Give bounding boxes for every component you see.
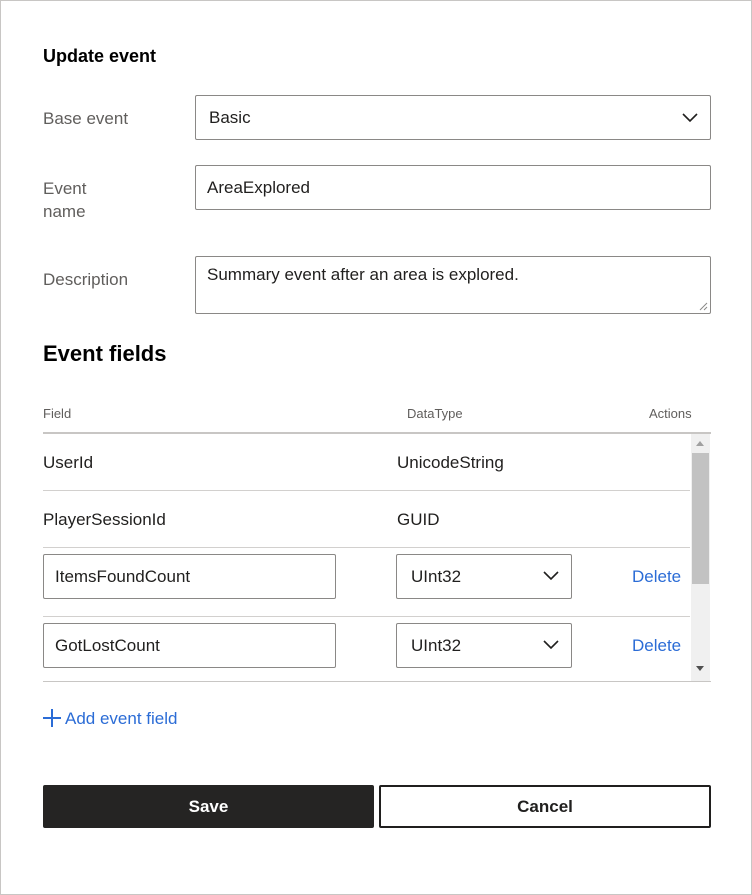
scroll-down-icon[interactable]	[696, 666, 704, 671]
event-name-value: AreaExplored	[207, 178, 311, 197]
chevron-down-icon	[543, 640, 559, 650]
field-name-input[interactable]: ItemsFoundCount	[43, 554, 336, 599]
table-row: ItemsFoundCount UInt32 Delete	[43, 548, 690, 617]
field-name-value: ItemsFoundCount	[55, 567, 191, 586]
field-name-input[interactable]: GotLostCount	[43, 623, 336, 668]
delete-field-button[interactable]: Delete	[632, 567, 681, 587]
add-event-field-button[interactable]: Add event field	[43, 709, 177, 729]
scroll-up-icon[interactable]	[696, 441, 704, 446]
delete-field-button[interactable]: Delete	[632, 636, 681, 656]
table-row: UserId UnicodeString	[43, 434, 690, 491]
description-value: Summary event after an area is explored.	[207, 265, 519, 284]
update-event-panel: Update event Base event Basic Event name…	[0, 0, 752, 895]
field-datatype-text: GUID	[397, 510, 440, 529]
event-fields-list[interactable]: UserId UnicodeString PlayerSessionId GUI…	[43, 434, 711, 681]
fields-scrollbar[interactable]	[691, 434, 710, 681]
plus-icon	[43, 709, 61, 727]
save-button[interactable]: Save	[43, 785, 374, 828]
field-datatype-text: UnicodeString	[397, 453, 504, 472]
chevron-down-icon	[682, 113, 698, 123]
description-label: Description	[43, 270, 129, 289]
base-event-value: Basic	[209, 108, 251, 127]
resize-grip-icon[interactable]	[698, 301, 708, 311]
event-fields-title: Event fields	[43, 341, 167, 366]
column-header-field: Field	[43, 406, 72, 421]
add-event-field-label: Add event field	[65, 709, 178, 728]
table-row: GotLostCount UInt32 Delete	[43, 617, 690, 681]
field-name-text: UserId	[43, 453, 94, 472]
field-name-text: PlayerSessionId	[43, 510, 166, 529]
base-event-select[interactable]: Basic	[195, 95, 711, 140]
chevron-down-icon	[543, 571, 559, 581]
dialog-title: Update event	[43, 46, 157, 66]
datatype-value: UInt32	[411, 636, 462, 655]
column-header-actions: Actions	[649, 406, 692, 421]
datatype-select[interactable]: UInt32	[396, 554, 572, 599]
event-name-input[interactable]: AreaExplored	[195, 165, 711, 210]
event-name-label: Event name	[43, 179, 87, 221]
base-event-label: Base event	[43, 109, 129, 128]
column-header-datatype: DataType	[407, 406, 463, 421]
datatype-select[interactable]: UInt32	[396, 623, 572, 668]
scrollbar-thumb[interactable]	[692, 453, 709, 584]
field-name-value: GotLostCount	[55, 636, 160, 655]
datatype-value: UInt32	[411, 567, 462, 586]
description-textarea[interactable]: Summary event after an area is explored.	[195, 256, 711, 314]
table-row: PlayerSessionId GUID	[43, 491, 690, 548]
list-bottom-divider	[43, 681, 711, 682]
cancel-button[interactable]: Cancel	[379, 785, 711, 828]
